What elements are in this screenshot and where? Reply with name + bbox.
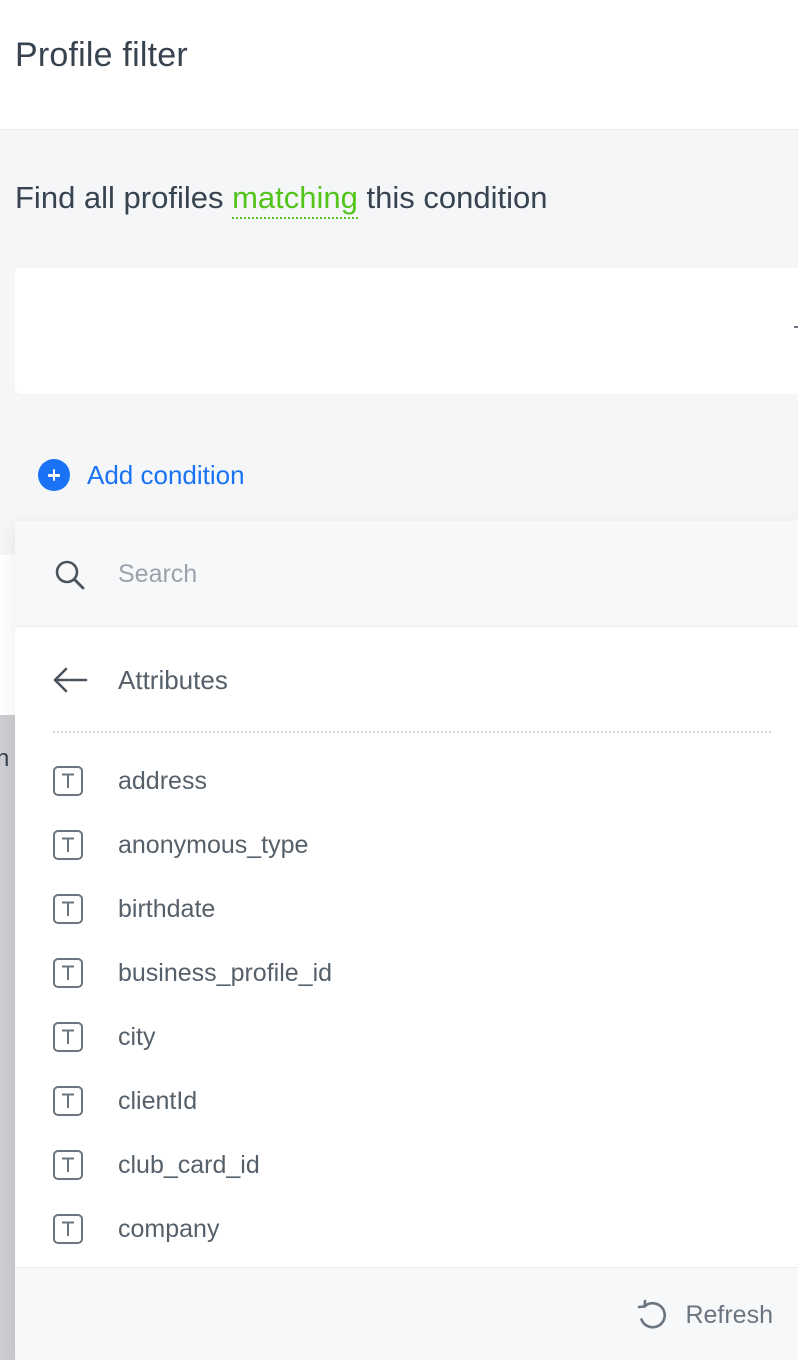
text-type-icon: [53, 894, 83, 924]
separator: [53, 731, 771, 733]
list-item[interactable]: clientId: [15, 1071, 798, 1135]
text-type-icon: [53, 1086, 83, 1116]
list-item[interactable]: business_profile_id: [15, 943, 798, 1007]
text-type-icon: [53, 1022, 83, 1052]
text-type-icon: [53, 1150, 83, 1180]
text-type-icon: [53, 1214, 83, 1244]
condition-box[interactable]: [15, 268, 798, 394]
attribute-label: address: [118, 767, 207, 795]
condition-box-edge: [794, 326, 798, 328]
back-to-categories[interactable]: Attributes: [15, 627, 798, 733]
category-title: Attributes: [118, 665, 228, 695]
attribute-label: company: [118, 1215, 220, 1243]
refresh-button[interactable]: Refresh: [635, 1298, 773, 1332]
attribute-label: anonymous_type: [118, 831, 309, 859]
text-type-icon: [53, 958, 83, 988]
search-row: [15, 521, 798, 627]
text-type-icon: [53, 766, 83, 796]
list-item[interactable]: birthdate: [15, 879, 798, 943]
text-type-icon: [53, 830, 83, 860]
add-condition-label: Add condition: [87, 459, 245, 490]
refresh-icon: [638, 1299, 667, 1329]
condition-suffix: this condition: [357, 180, 548, 215]
list-item[interactable]: anonymous_type: [15, 815, 798, 879]
attribute-label: clientId: [118, 1087, 198, 1115]
list-item[interactable]: club_card_id: [15, 1135, 798, 1199]
page-title: Profile filter: [15, 36, 188, 74]
attribute-label: club_card_id: [118, 1151, 260, 1179]
list-item[interactable]: address: [15, 751, 798, 815]
attribute-list: address anonymous_type birthdate busines…: [15, 751, 798, 1263]
list-item[interactable]: company: [15, 1199, 798, 1263]
dropdown-footer: Refresh: [15, 1267, 798, 1360]
background-panel: [0, 555, 15, 715]
search-icon: [55, 560, 85, 590]
plus-circle-icon: [38, 459, 70, 491]
attribute-label: city: [118, 1023, 156, 1051]
attribute-label: business_profile_id: [118, 959, 333, 987]
attribute-label: birthdate: [118, 895, 216, 923]
background-partial-text: n: [0, 745, 10, 772]
add-condition-button[interactable]: Add condition: [38, 458, 245, 492]
arrow-left-icon: [53, 667, 88, 693]
refresh-label: Refresh: [685, 1300, 773, 1329]
list-item[interactable]: city: [15, 1007, 798, 1071]
background-overlay: [0, 715, 15, 1360]
condition-heading: Find all profiles matching this conditio…: [15, 180, 548, 219]
condition-prefix: Find all profiles: [15, 180, 233, 215]
attribute-dropdown: Attributes address anonymous_type birthd…: [15, 521, 798, 1360]
search-input[interactable]: [118, 551, 718, 597]
match-mode-toggle[interactable]: matching: [232, 180, 358, 219]
header: Profile filter: [0, 0, 798, 130]
